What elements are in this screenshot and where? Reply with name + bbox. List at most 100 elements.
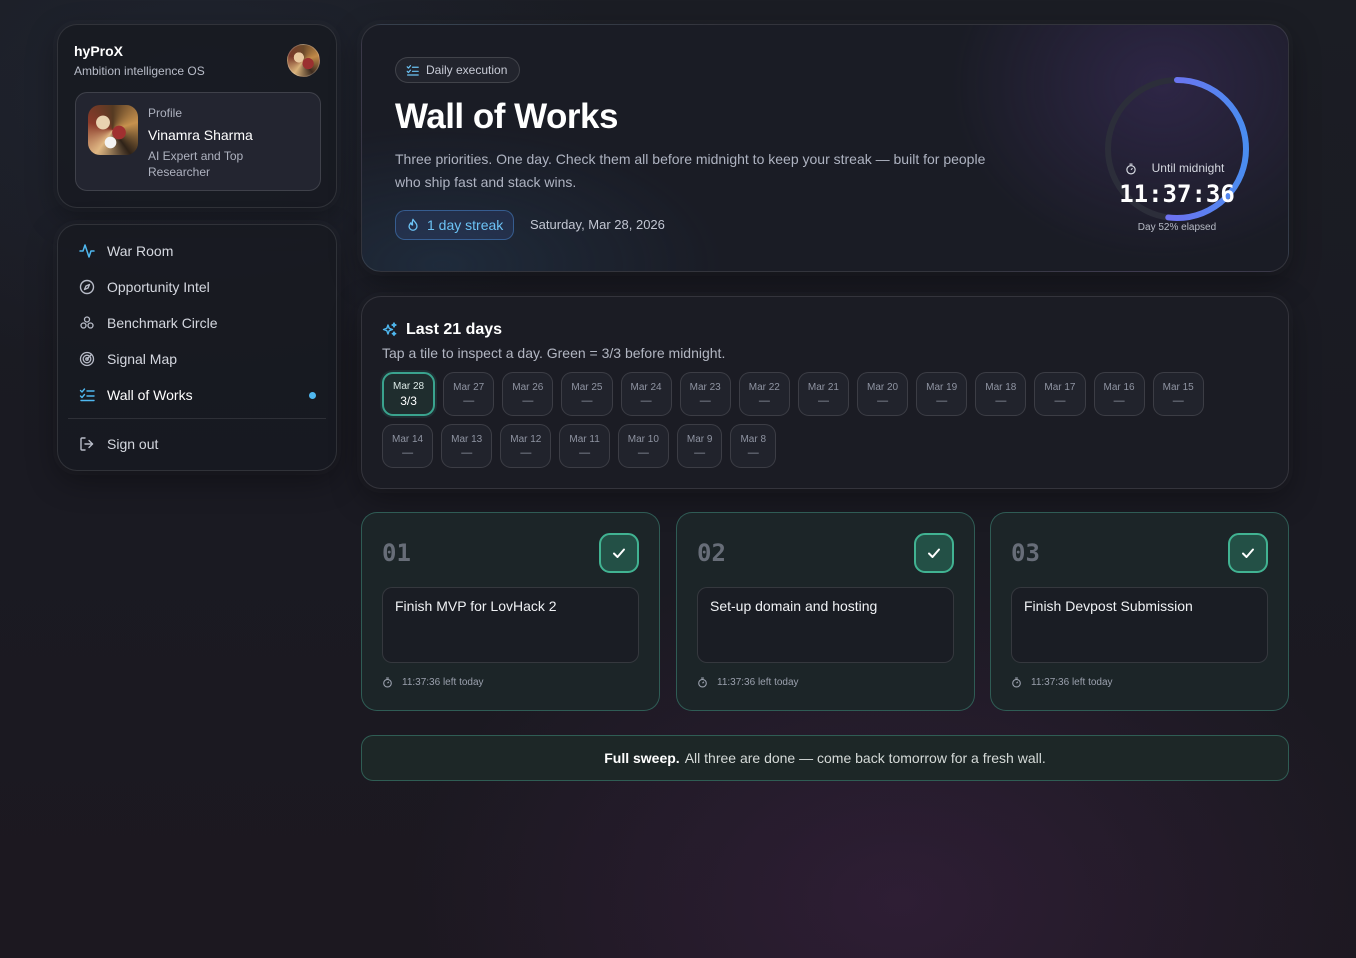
sidebar-item-opportunity-intel[interactable]: Opportunity Intel <box>68 269 326 305</box>
day-tile[interactable]: Mar 21— <box>797 372 849 416</box>
daily-execution-chip: Daily execution <box>395 57 521 83</box>
sidebar-item-war-room[interactable]: War Room <box>68 233 326 269</box>
day-tile-date: Mar 9 <box>686 433 713 445</box>
people-icon <box>78 314 96 332</box>
task-card-1: 01 Finish MVP for LovHack 2 11:37:36 lef… <box>361 512 660 711</box>
day-tile[interactable]: Mar 27— <box>443 372 495 416</box>
check-icon <box>613 548 625 558</box>
task-number: 01 <box>382 539 411 567</box>
day-tile-date: Mar 19 <box>926 381 958 393</box>
task-card-3: 03 Finish Devpost Submission 11:37:36 le… <box>990 512 1289 711</box>
day-tile[interactable]: Mar 18— <box>975 372 1027 416</box>
check-icon <box>928 548 940 558</box>
day-tile-date: Mar 27 <box>453 381 485 393</box>
chip-label: Daily execution <box>426 63 508 77</box>
day-tile-value: — <box>699 394 711 407</box>
day-tile[interactable]: Mar 26— <box>502 372 554 416</box>
day-tile[interactable]: Mar 28 3/3 <box>382 372 436 416</box>
activity-icon <box>78 242 96 260</box>
day-tile-date: Mar 18 <box>985 381 1017 393</box>
day-tile-date: Mar 13 <box>451 433 483 445</box>
day-tile-value: — <box>522 394 534 407</box>
day-tile-value: — <box>581 394 593 407</box>
hero-panel: Daily execution Wall of Works Three prio… <box>361 24 1289 272</box>
day-tile[interactable]: Mar 11— <box>559 424 610 468</box>
day-tile[interactable]: Mar 16— <box>1093 372 1145 416</box>
sidebar-item-benchmark-circle[interactable]: Benchmark Circle <box>68 305 326 341</box>
sidebar-item-wall-of-works[interactable]: Wall of Works <box>68 377 326 413</box>
brand-panel: hyProX Ambition intelligence OS Profile … <box>57 24 337 208</box>
profile-card[interactable]: Profile Vinamra Sharma AI Expert and Top… <box>75 92 321 191</box>
sign-out-icon <box>78 435 96 453</box>
sidebar-item-signal-map[interactable]: Signal Map <box>68 341 326 377</box>
day-tile[interactable]: Mar 24— <box>620 372 672 416</box>
day-tile[interactable]: Mar 22— <box>738 372 790 416</box>
day-tile-value: — <box>747 446 759 459</box>
history-subtitle: Tap a tile to inspect a day. Green = 3/3… <box>382 345 726 361</box>
check-icon <box>1242 548 1254 558</box>
streak-label: 1 day streak <box>427 217 504 233</box>
day-tile-value: — <box>817 394 829 407</box>
day-tile[interactable]: Mar 14— <box>382 424 434 468</box>
task-number: 03 <box>1011 539 1040 567</box>
countdown-time: 11:37:36 <box>1119 180 1235 208</box>
day-elapsed: Day 52% elapsed <box>1137 222 1217 233</box>
day-tile-date: Mar 23 <box>689 381 721 393</box>
day-tile-value: — <box>758 394 770 407</box>
day-tile[interactable]: Mar 17— <box>1034 372 1086 416</box>
day-tile-date: Mar 20 <box>867 381 899 393</box>
current-date: Saturday, Mar 28, 2026 <box>530 217 665 232</box>
task-input[interactable]: Finish Devpost Submission <box>1011 587 1268 663</box>
sidebar-nav: War Room Opportunity Intel Benchmark Cir… <box>57 224 337 471</box>
day-tile[interactable]: Mar 20— <box>857 372 909 416</box>
sign-out-button[interactable]: Sign out <box>68 426 326 462</box>
flame-icon <box>408 218 418 231</box>
day-tile[interactable]: Mar 25— <box>561 372 613 416</box>
task-checkbox[interactable] <box>1228 533 1268 573</box>
day-tile[interactable]: Mar 12— <box>500 424 552 468</box>
history-panel: Last 21 days Tap a tile to inspect a day… <box>361 296 1289 489</box>
day-tile-date: Mar 15 <box>1162 381 1194 393</box>
day-tile[interactable]: Mar 23— <box>679 372 731 416</box>
page-title: Wall of Works <box>395 97 618 136</box>
task-checkbox[interactable] <box>599 533 639 573</box>
day-tile-date: Mar 28 <box>393 380 425 392</box>
day-tile-value: — <box>520 446 532 459</box>
day-tiles: Mar 28 3/3 Mar 27— Mar 26— Mar 25— Mar 24— Mar… <box>382 372 1232 468</box>
day-tile[interactable]: Mar 19— <box>916 372 968 416</box>
task-checkbox[interactable] <box>914 533 954 573</box>
day-tile-date: Mar 10 <box>627 433 659 445</box>
sidebar-item-label: Benchmark Circle <box>107 315 218 331</box>
profile-name: Vinamra Sharma <box>148 127 253 143</box>
time-left: 11:37:36 left today <box>1011 677 1113 688</box>
sign-out-label: Sign out <box>107 436 159 452</box>
day-tile-value: — <box>579 446 591 459</box>
day-tile-value: — <box>995 394 1007 407</box>
day-tile[interactable]: Mar 15— <box>1152 372 1204 416</box>
task-card-2: 02 Set-up domain and hosting 11:37:36 le… <box>676 512 975 711</box>
day-tile-value: — <box>1113 394 1125 407</box>
timer-icon <box>698 677 707 688</box>
avatar[interactable] <box>287 44 320 77</box>
day-tile-date: Mar 11 <box>569 433 600 445</box>
day-tile-value: 3/3 <box>400 393 417 408</box>
day-tile[interactable]: Mar 8— <box>730 424 777 468</box>
day-tile[interactable]: Mar 10— <box>617 424 669 468</box>
day-tile-value: — <box>463 394 475 407</box>
sweep-text: All three are done — come back tomorrow … <box>684 750 1046 766</box>
task-input[interactable]: Finish MVP for LovHack 2 <box>382 587 639 663</box>
task-input[interactable]: Set-up domain and hosting <box>697 587 954 663</box>
day-tile[interactable]: Mar 9— <box>676 424 723 468</box>
day-tile[interactable]: Mar 13— <box>441 424 493 468</box>
compass-icon <box>78 278 96 296</box>
sidebar-item-label: Wall of Works <box>107 387 193 403</box>
day-tile-date: Mar 17 <box>1044 381 1076 393</box>
divider <box>68 418 326 419</box>
profile-role: AI Expert and Top Researcher <box>148 149 244 179</box>
day-tile-date: Mar 16 <box>1103 381 1135 393</box>
radar-icon <box>78 350 96 368</box>
sidebar-item-label: Signal Map <box>107 351 178 367</box>
time-left: 11:37:36 left today <box>382 677 484 688</box>
streak-badge: 1 day streak <box>395 210 515 240</box>
day-tile-value: — <box>694 446 706 459</box>
